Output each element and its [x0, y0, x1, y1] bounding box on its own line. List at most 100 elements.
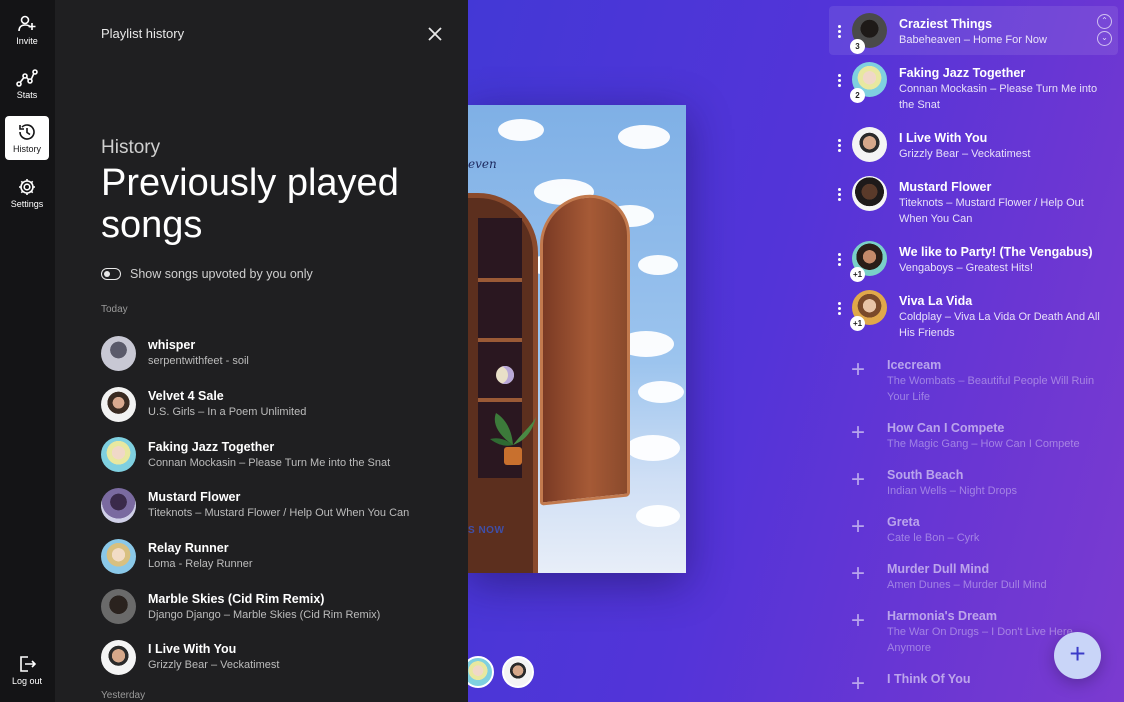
song-subtitle: Titeknots – Mustard Flower / Help Out Wh…: [899, 197, 1084, 225]
more-options-icon[interactable]: [829, 176, 849, 203]
suggestion-item[interactable]: + How Can I Compete The Magic Gang – How…: [829, 411, 1118, 458]
song-thumbnail: [101, 386, 136, 422]
song-title: South Beach: [887, 468, 964, 482]
song-subtitle: Connan Mockasin – Please Turn Me into th…: [899, 83, 1098, 111]
queue-item[interactable]: 2 Faking Jazz Together Connan Mockasin –…: [829, 55, 1118, 120]
nav-label: Settings: [10, 199, 44, 209]
logout-icon: [20, 656, 37, 672]
song-thumbnail: [101, 589, 136, 625]
song-subtitle: Vengaboys – Greatest Hits!: [899, 262, 1033, 274]
album-script-text: even: [468, 157, 497, 171]
logout-button[interactable]: Log out: [5, 648, 49, 692]
add-song-icon[interactable]: +: [829, 354, 887, 386]
day-label: Today: [101, 304, 128, 315]
song-title: Velvet 4 Sale: [148, 389, 224, 404]
stats-icon: [16, 69, 38, 87]
queue-item[interactable]: +1 Viva La Vida Coldplay – Viva La Vida …: [829, 283, 1118, 348]
album-footer-text: S NOW: [468, 525, 505, 536]
downvote-icon[interactable]: ⌄: [1097, 31, 1112, 46]
day-label: Yesterday: [101, 690, 146, 701]
song-subtitle: The Magic Gang – How Can I Compete: [887, 438, 1080, 450]
page-title: Previously played songs: [101, 162, 399, 246]
song-title: Mustard Flower: [148, 490, 241, 505]
nav-label: Invite: [16, 36, 38, 46]
song-title: Faking Jazz Together: [899, 66, 1026, 80]
add-song-icon[interactable]: +: [829, 464, 887, 496]
queue-list: 3 Craziest Things Babeheaven – Home For …: [829, 6, 1118, 702]
song-subtitle: Connan Mockasin – Please Turn Me into th…: [148, 456, 391, 469]
nav-item-invite[interactable]: Invite: [5, 8, 49, 52]
song-title: I Live With You: [899, 131, 988, 145]
history-drawer: Playlist history History Previously play…: [55, 0, 468, 702]
song-title: Greta: [887, 515, 920, 529]
song-title: Faking Jazz Together: [148, 439, 275, 454]
song-thumbnail: [852, 176, 887, 211]
add-song-icon[interactable]: +: [829, 417, 887, 449]
suggestion-item[interactable]: + Greta Cate le Bon – Cyrk: [829, 505, 1118, 552]
add-song-icon[interactable]: +: [829, 605, 887, 637]
nav-label: Stats: [16, 90, 38, 100]
song-title: I Live With You: [148, 642, 237, 657]
nav-item-history[interactable]: History: [5, 116, 49, 160]
history-item[interactable]: whisper serpentwithfeet - soil: [101, 328, 441, 379]
album-art: even S NOW: [468, 105, 686, 573]
song-subtitle: Cate le Bon – Cyrk: [887, 532, 980, 544]
more-options-icon[interactable]: [829, 62, 849, 89]
nav-item-settings[interactable]: Settings: [5, 171, 49, 215]
nav-rail: Invite Stats History Settings Log out: [0, 0, 55, 702]
listener-avatar[interactable]: [502, 656, 534, 688]
song-thumbnail: [101, 335, 136, 371]
vote-count-badge: +1: [850, 316, 866, 331]
history-item[interactable]: Faking Jazz Together Connan Mockasin – P…: [101, 429, 441, 480]
more-options-icon[interactable]: [829, 13, 849, 40]
song-subtitle: Grizzly Bear – Veckatimest: [148, 659, 280, 672]
suggestion-item[interactable]: + South Beach Indian Wells – Night Drops: [829, 458, 1118, 505]
add-song-icon[interactable]: +: [829, 511, 887, 543]
queue-item[interactable]: Mustard Flower Titeknots – Mustard Flowe…: [829, 169, 1118, 234]
suggestion-item[interactable]: + Murder Dull Mind Amen Dunes – Murder D…: [829, 552, 1118, 599]
history-item[interactable]: Mustard Flower Titeknots – Mustard Flowe…: [101, 480, 441, 531]
song-title: Mustard Flower: [899, 180, 992, 194]
song-subtitle: Coldplay – Viva La Vida Or Death And All…: [899, 311, 1100, 339]
close-icon[interactable]: [427, 26, 443, 42]
add-user-icon: [18, 15, 36, 32]
more-options-icon[interactable]: [829, 241, 849, 268]
queue-item[interactable]: +1 We like to Party! (The Vengabus) Veng…: [829, 234, 1118, 283]
nav-item-stats[interactable]: Stats: [5, 62, 49, 106]
listener-avatar[interactable]: [468, 656, 494, 688]
toggle-label: Show songs upvoted by you only: [130, 267, 313, 281]
add-song-icon[interactable]: +: [829, 558, 887, 590]
queue-item[interactable]: I Live With You Grizzly Bear – Veckatime…: [829, 120, 1118, 169]
queue-current-item[interactable]: 3 Craziest Things Babeheaven – Home For …: [829, 6, 1118, 55]
add-song-button[interactable]: +: [1054, 632, 1101, 679]
suggestion-item[interactable]: + Icecream The Wombats – Beautiful Peopl…: [829, 348, 1118, 411]
history-item[interactable]: I Live With You Grizzly Bear – Veckatime…: [101, 632, 441, 683]
add-song-icon[interactable]: +: [829, 668, 887, 700]
vote-count-badge: 2: [850, 88, 865, 103]
song-title: Craziest Things: [899, 17, 993, 31]
song-title: whisper: [148, 338, 196, 353]
song-thumbnail: [101, 487, 136, 523]
history-item[interactable]: Velvet 4 Sale U.S. Girls – In a Poem Unl…: [101, 379, 441, 430]
vote-count-badge: +1: [850, 267, 866, 282]
song-title: Icecream: [887, 358, 942, 372]
more-options-icon[interactable]: [829, 290, 849, 317]
upvoted-filter-toggle[interactable]: [101, 268, 121, 280]
song-subtitle: Amen Dunes – Murder Dull Mind: [887, 579, 1047, 591]
album-cabinet: [468, 193, 538, 573]
song-title: We like to Party! (The Vengabus): [899, 245, 1093, 259]
song-title: Harmonia's Dream: [887, 609, 997, 623]
song-thumbnail: [101, 437, 136, 473]
song-subtitle: Django Django – Marble Skies (Cid Rim Re…: [148, 608, 381, 621]
song-subtitle: Titeknots – Mustard Flower / Help Out Wh…: [148, 507, 410, 520]
nav-label: History: [12, 144, 41, 154]
song-subtitle: Grizzly Bear – Veckatimest: [899, 148, 1031, 160]
song-thumbnail: [852, 127, 887, 162]
history-item[interactable]: Relay Runner Loma - Relay Runner: [101, 531, 441, 582]
upvote-icon[interactable]: ⌃: [1097, 14, 1112, 29]
vote-count-badge: 3: [850, 39, 865, 54]
song-subtitle: Indian Wells – Night Drops: [887, 485, 1018, 497]
more-options-icon[interactable]: [829, 127, 849, 154]
history-item[interactable]: Marble Skies (Cid Rim Remix) Django Djan…: [101, 581, 441, 632]
upvoted-filter-toggle-row[interactable]: Show songs upvoted by you only: [101, 267, 313, 281]
